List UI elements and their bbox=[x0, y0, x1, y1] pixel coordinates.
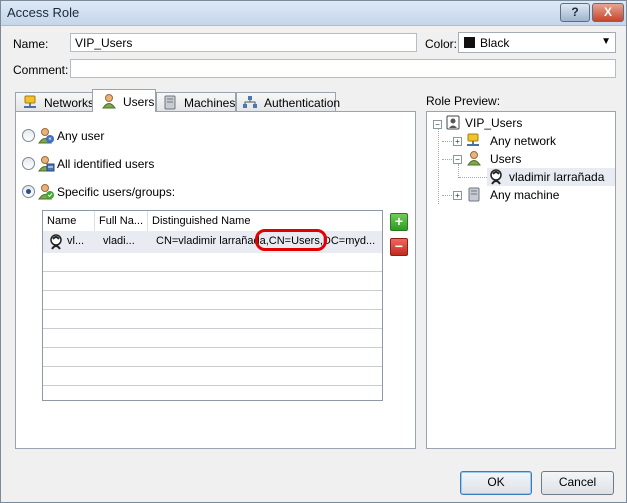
title-bar: Access Role ? X bbox=[1, 1, 626, 26]
name-label: Name: bbox=[13, 37, 49, 51]
tree-users[interactable]: − Users bbox=[453, 150, 603, 168]
tab-networks[interactable]: Networks bbox=[15, 92, 95, 111]
remove-user-button[interactable]: − bbox=[390, 238, 408, 256]
grid-line bbox=[43, 385, 382, 386]
user-avatar-icon bbox=[490, 169, 502, 185]
tree-line bbox=[438, 127, 439, 204]
cell-full-name: vladi... bbox=[103, 235, 135, 247]
grid-line bbox=[43, 347, 382, 348]
users-icon bbox=[102, 94, 116, 109]
tree-any-network-label: Any network bbox=[490, 134, 557, 148]
tree-root-label: VIP_Users bbox=[465, 116, 523, 130]
dialog-title: Access Role bbox=[7, 5, 80, 20]
chevron-down-icon: ▼ bbox=[601, 36, 611, 47]
any-user-option[interactable]: * Any user bbox=[22, 127, 222, 145]
tab-users[interactable]: Users bbox=[92, 89, 156, 112]
network-icon bbox=[24, 95, 36, 108]
access-role-dialog: Access Role ? X Name: VIP_Users Color: B… bbox=[0, 0, 627, 503]
highlight-annotation bbox=[255, 229, 327, 251]
tree-any-network[interactable]: + Any network bbox=[453, 132, 603, 150]
users-tab-panel: * Any user All identified users Specific… bbox=[15, 111, 416, 449]
tree-user-item-label: vladimir larrañada bbox=[509, 170, 605, 184]
tree-line bbox=[459, 177, 487, 178]
color-select[interactable]: Black ▼ bbox=[458, 32, 616, 53]
column-header-distinguished-name[interactable]: Distinguished Name bbox=[152, 215, 250, 227]
grid-line bbox=[43, 309, 382, 310]
help-button[interactable]: ? bbox=[560, 3, 590, 22]
cancel-button[interactable]: Cancel bbox=[541, 471, 614, 495]
all-identified-users-option[interactable]: All identified users bbox=[22, 155, 222, 173]
tree-any-machine[interactable]: + Any machine bbox=[453, 186, 603, 204]
tab-users-label: Users bbox=[123, 95, 155, 109]
tree-root[interactable]: − VIP_Users bbox=[433, 114, 583, 132]
authentication-icon bbox=[243, 96, 257, 108]
grid-line bbox=[43, 271, 382, 272]
role-preview-label: Role Preview: bbox=[426, 94, 501, 108]
color-label: Color: bbox=[425, 37, 458, 51]
identified-users-icon bbox=[38, 156, 55, 172]
color-value: Black bbox=[480, 36, 510, 50]
name-field[interactable]: VIP_Users bbox=[70, 33, 417, 52]
column-header-full-name[interactable]: Full Na... bbox=[99, 215, 143, 227]
grid-line bbox=[43, 366, 382, 367]
specific-users-option[interactable]: Specific users/groups: bbox=[22, 183, 222, 201]
access-role-icon bbox=[446, 115, 460, 130]
any-user-icon: * bbox=[38, 128, 54, 144]
expand-icon[interactable]: + bbox=[453, 191, 462, 200]
expand-icon[interactable]: + bbox=[453, 137, 462, 146]
user-avatar-icon bbox=[50, 234, 62, 250]
any-user-label: Any user bbox=[57, 129, 105, 143]
users-icon bbox=[467, 151, 481, 166]
comment-label: Comment: bbox=[13, 63, 69, 77]
column-separator[interactable] bbox=[147, 211, 148, 231]
role-preview-tree: − VIP_Users + Any network − Users vladim… bbox=[426, 111, 616, 449]
cell-name: vl... bbox=[67, 235, 85, 247]
tab-networks-label: Networks bbox=[44, 96, 95, 110]
svg-text:*: * bbox=[48, 136, 52, 144]
machine-icon bbox=[468, 187, 480, 202]
add-user-button[interactable]: + bbox=[390, 213, 408, 231]
network-icon bbox=[467, 133, 479, 146]
comment-field[interactable] bbox=[70, 59, 616, 78]
grid-line bbox=[43, 328, 382, 329]
ok-button[interactable]: OK bbox=[460, 471, 532, 495]
machine-icon bbox=[164, 95, 176, 110]
tree-user-item[interactable]: vladimir larrañada bbox=[487, 168, 615, 186]
all-identified-users-label: All identified users bbox=[57, 157, 155, 171]
column-separator[interactable] bbox=[94, 211, 95, 231]
grid-line bbox=[43, 290, 382, 291]
tree-any-machine-label: Any machine bbox=[490, 188, 560, 202]
specific-users-label: Specific users/groups: bbox=[57, 185, 176, 199]
column-header-name[interactable]: Name bbox=[47, 215, 76, 227]
close-button[interactable]: X bbox=[592, 3, 624, 22]
tree-users-label: Users bbox=[490, 152, 522, 166]
grid-header: Name Full Na... Distinguished Name bbox=[43, 211, 382, 232]
tab-machines-label: Machines bbox=[184, 96, 236, 110]
tab-authentication-label: Authentication bbox=[264, 96, 341, 110]
collapse-icon[interactable]: − bbox=[433, 120, 442, 129]
specific-users-icon bbox=[38, 184, 54, 200]
table-row[interactable]: vl... vladi... CN=vladimir larrañada,CN=… bbox=[43, 231, 382, 253]
color-swatch bbox=[464, 37, 475, 48]
collapse-icon[interactable]: − bbox=[453, 155, 462, 164]
all-identified-users-radio[interactable] bbox=[22, 157, 35, 170]
tab-authentication[interactable]: Authentication bbox=[236, 92, 340, 111]
any-user-radio[interactable] bbox=[22, 129, 35, 142]
users-grid: Name Full Na... Distinguished Name vl...… bbox=[42, 210, 383, 401]
tab-machines[interactable]: Machines bbox=[156, 92, 236, 111]
specific-users-radio[interactable] bbox=[22, 185, 35, 198]
